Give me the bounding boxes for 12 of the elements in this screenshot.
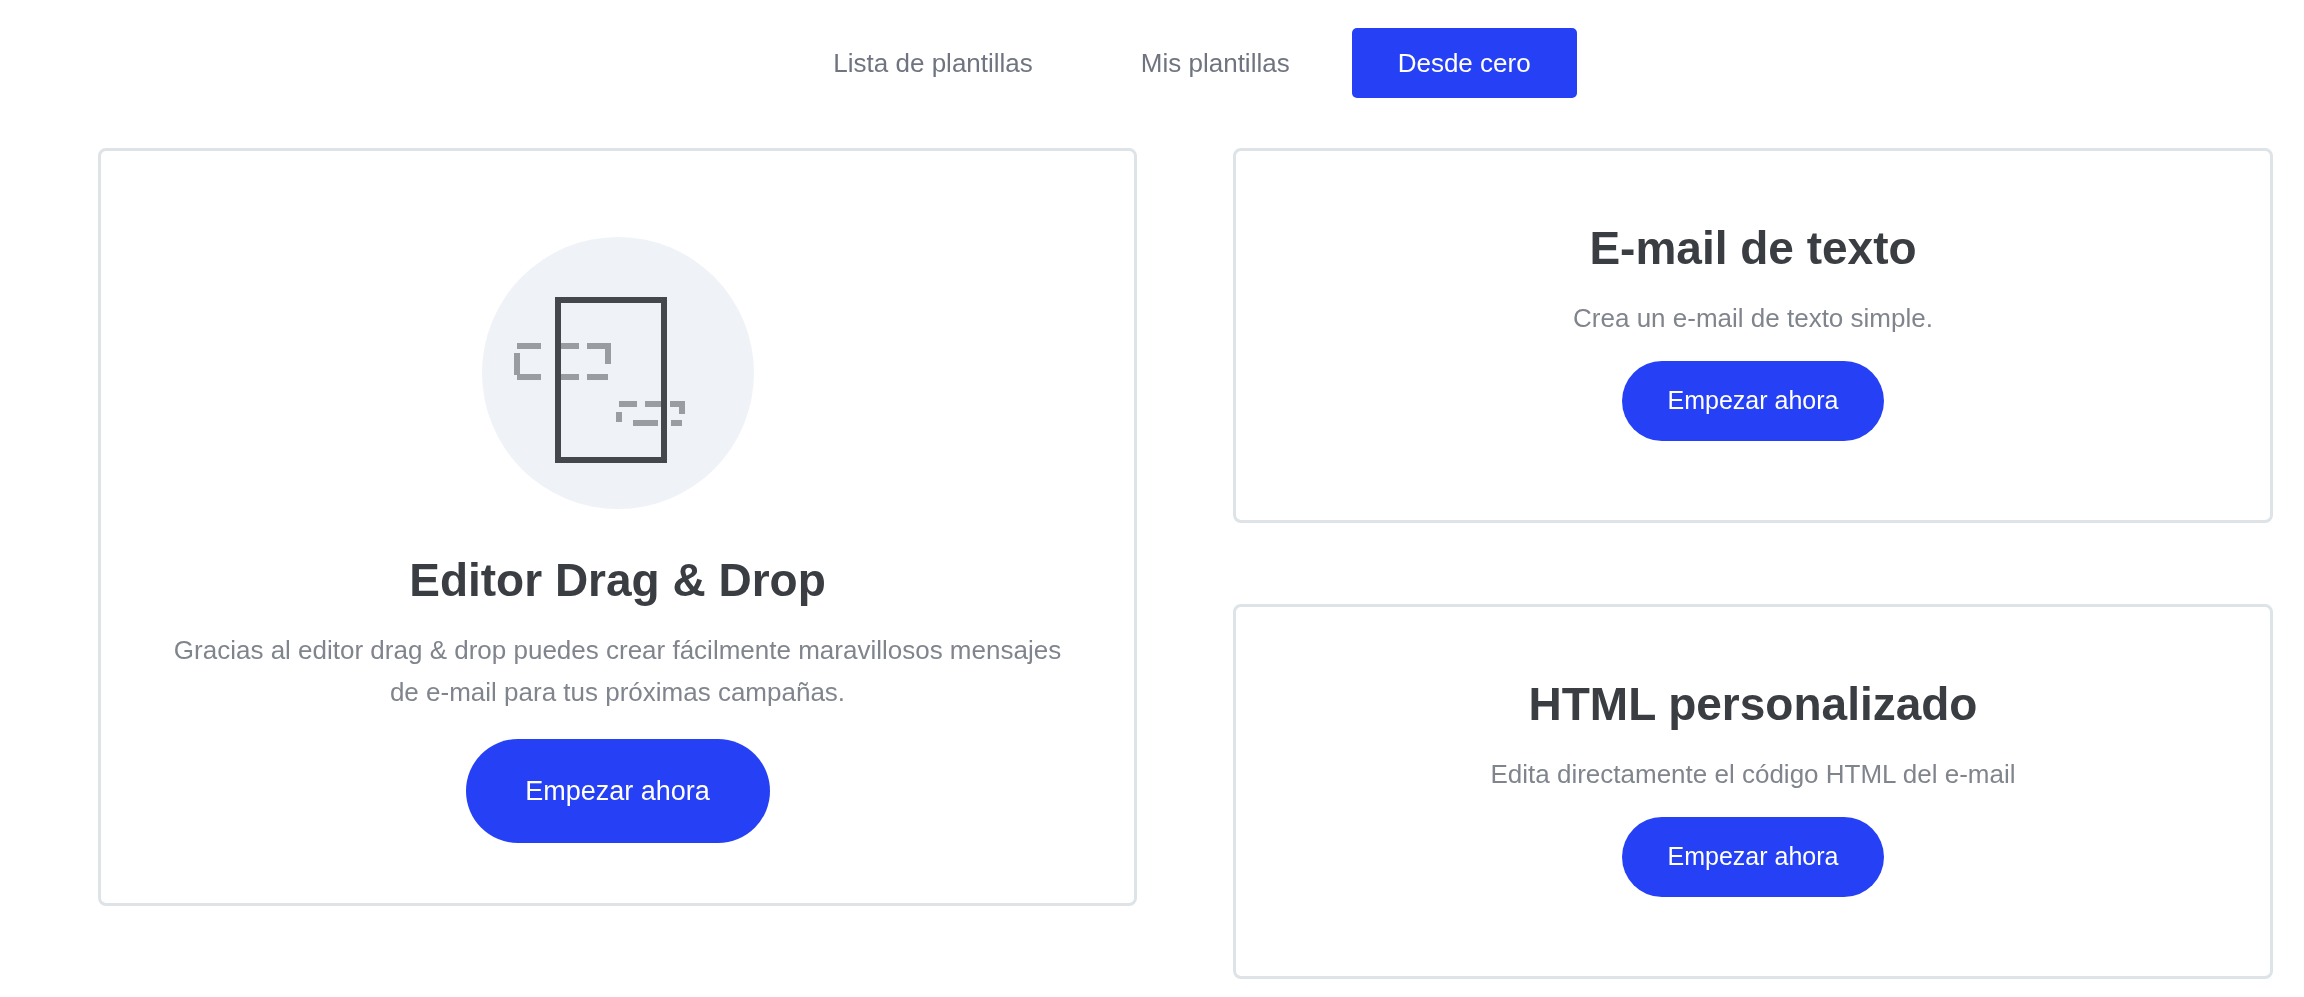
card-description: Crea un e-mail de texto simple. — [1573, 301, 1933, 335]
start-button[interactable]: Empezar ahora — [1622, 360, 1884, 441]
start-button[interactable]: Empezar ahora — [465, 739, 770, 843]
card-title: HTML personalizado — [1528, 676, 1978, 731]
card-description: Gracias al editor drag & drop puedes crear fácilmente maravillosos mensajes de e-mail para tus próximas campañas. — [172, 634, 1063, 709]
card-description: Edita directamente el código HTML del e-mail — [1490, 757, 2016, 791]
tab[interactable]: Desde cero — [1351, 28, 1577, 98]
card-title: Editor Drag & Drop — [409, 553, 826, 607]
tab[interactable]: Mis plantillas — [1094, 28, 1336, 98]
tab[interactable]: Lista de plantillas — [787, 28, 1079, 98]
start-button[interactable]: Empezar ahora — [1622, 816, 1884, 897]
card-title: E-mail de texto — [1589, 220, 1917, 275]
